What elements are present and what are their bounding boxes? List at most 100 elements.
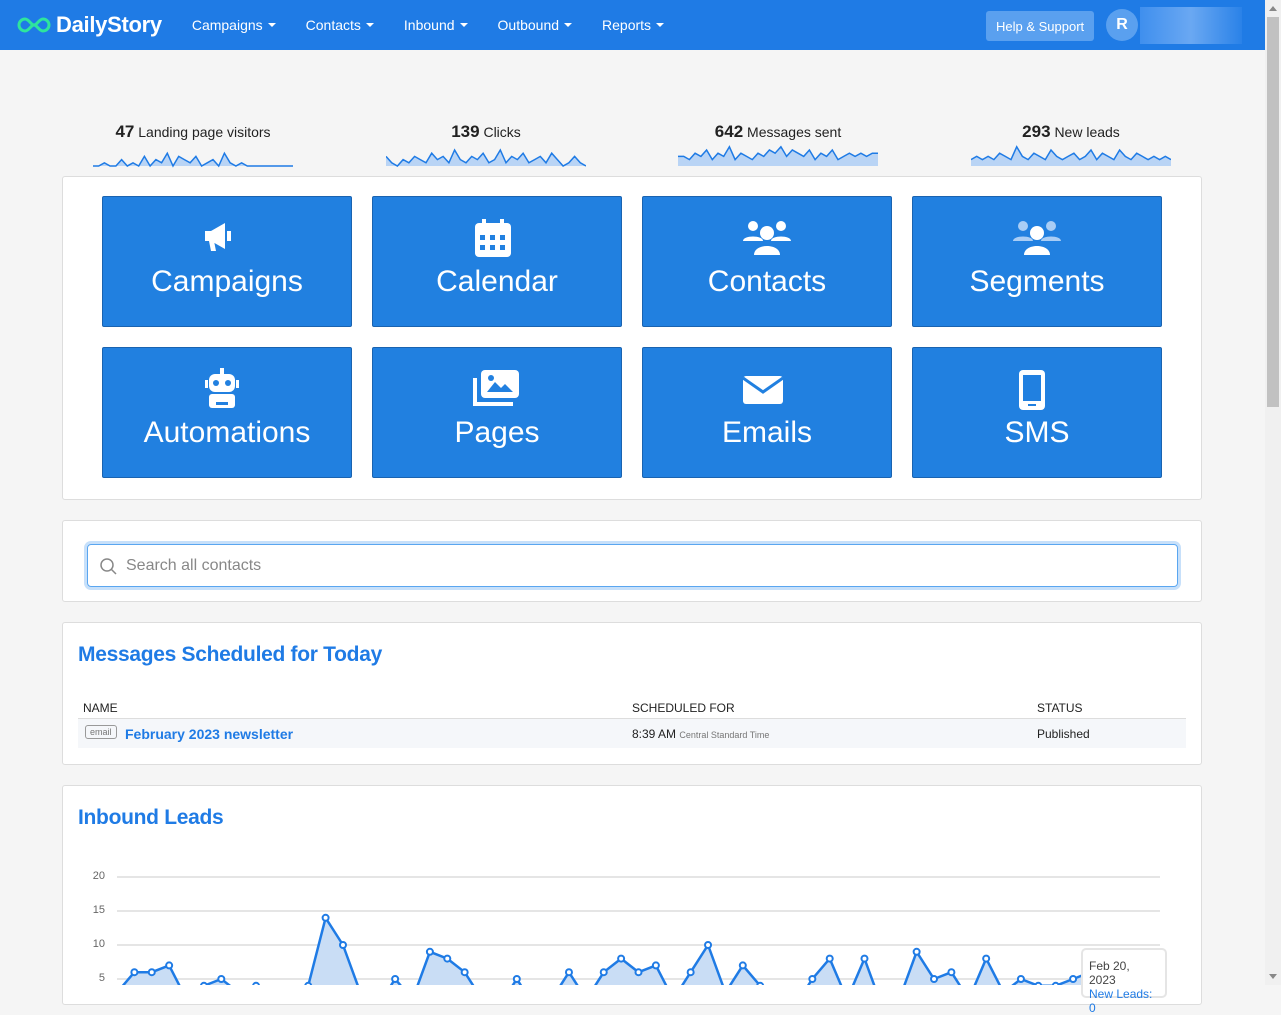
data-point [130,968,139,977]
data-point [617,954,626,963]
tile-segments[interactable]: Segments [912,196,1162,327]
data-point [947,968,956,977]
envelope-icon [742,376,784,404]
sparkline [678,145,878,166]
caret-down-icon [459,23,468,27]
data-point [460,968,469,977]
status: Published [1037,727,1090,741]
timezone: Central Standard Time [679,730,770,740]
page-scrollbar[interactable] [1265,0,1281,985]
data-point [634,968,643,977]
data-point [391,975,400,983]
stat-label: New leads [1054,124,1120,140]
scheduled-time: 8:39 AM Central Standard Time [632,727,769,741]
data-point [599,968,608,977]
caret-down-icon [365,23,374,27]
sparkline [93,151,293,168]
caret-down-icon [267,23,276,27]
data-point [930,975,939,983]
brand-logo[interactable]: DailyStory [16,12,162,38]
stat-label: Clicks [483,124,521,140]
data-point [217,975,226,983]
data-point [425,947,434,956]
stat-label: Messages sent [747,124,842,140]
nav-outbound[interactable]: Outbound [498,17,573,33]
search-input[interactable] [126,556,1177,575]
nav-contacts[interactable]: Contacts [306,17,374,33]
stat-value: 642 [714,122,744,141]
tile-sms[interactable]: SMS [912,347,1162,478]
search-icon [100,557,117,575]
data-point [651,961,660,970]
nav-label: Reports [602,17,652,33]
quick-links-card: Campaigns Calendar Contacts Segments Automat… [62,176,1202,500]
col-name: NAME [83,701,118,715]
data-point [512,975,521,983]
data-point [443,954,452,963]
caret-down-icon [656,23,665,27]
tooltip-value: New Leads: 0 [1089,987,1153,1015]
data-point [321,913,330,922]
type-badge: email [85,725,117,739]
stat-3: 293 New leads [971,122,1171,166]
stat-1: 139 Clicks [386,122,586,167]
search-card [62,520,1202,602]
stat-label: Landing page visitors [138,124,271,140]
nav-campaigns[interactable]: Campaigns [192,17,276,33]
tile-contacts[interactable]: Contacts [642,196,892,327]
nav-label: Contacts [305,17,361,33]
scroll-up-icon[interactable] [1269,6,1277,11]
sparkline [386,148,586,167]
tile-label: Emails [721,416,812,449]
megaphone-icon [205,223,231,251]
robot-icon [205,368,239,408]
data-point [912,947,921,956]
user-name-redacted[interactable] [1140,7,1242,44]
table-row[interactable]: email February 2023 newsletter 8:39 AM C… [78,719,1186,748]
data-point [147,968,156,977]
tile-label: Pages [454,416,540,449]
stat-2: 642 Messages sent [678,122,878,166]
scheduled-messages-card: Messages Scheduled for Today NAME SCHEDU… [62,622,1202,765]
data-point [564,968,573,977]
nav-reports[interactable]: Reports [602,17,665,33]
data-point [982,954,991,963]
calendar-icon [475,219,511,257]
data-point [704,941,713,949]
inbound-leads-chart [117,876,1160,985]
tile-emails[interactable]: Emails [642,347,892,478]
stat-0: 47 Landing page visitors [93,122,293,168]
stat-value: 47 [115,122,135,141]
scroll-thumb[interactable] [1267,17,1279,407]
tile-label: SMS [1004,416,1070,449]
user-avatar[interactable]: R [1106,9,1138,41]
nav-inbound[interactable]: Inbound [404,17,468,33]
chart-tooltip: Feb 20, 2023 New Leads: 0 [1081,948,1167,1015]
top-navbar: DailyStory Campaigns Contacts Inbound Ou… [0,0,1265,50]
data-point [825,954,834,963]
help-support-button[interactable]: Help & Support [986,11,1095,41]
brand-name: DailyStory [56,12,162,37]
table-header: NAME SCHEDULED FOR STATUS [78,697,1186,719]
data-point [1069,975,1078,983]
tile-campaigns[interactable]: Campaigns [102,196,352,327]
nav-label: Campaigns [191,17,263,33]
data-point [686,968,695,977]
stat-value: 293 [1022,122,1051,141]
tile-calendar[interactable]: Calendar [372,196,622,327]
tile-pages[interactable]: Pages [372,347,622,478]
tile-automations[interactable]: Automations [102,347,352,478]
tile-label: Calendar [436,265,558,298]
data-point [808,975,817,983]
data-point [338,941,347,949]
data-point [738,961,747,970]
time: 8:39 AM [632,727,677,741]
stat-value: 139 [451,122,480,141]
infinity-logo-icon [17,17,51,33]
search-contacts-field[interactable] [87,544,1178,587]
images-icon [473,370,519,406]
col-status: STATUS [1037,701,1083,715]
users-segment-icon [1013,221,1061,255]
message-name-link[interactable]: February 2023 newsletter [125,726,293,742]
scroll-down-icon[interactable] [1269,974,1277,979]
